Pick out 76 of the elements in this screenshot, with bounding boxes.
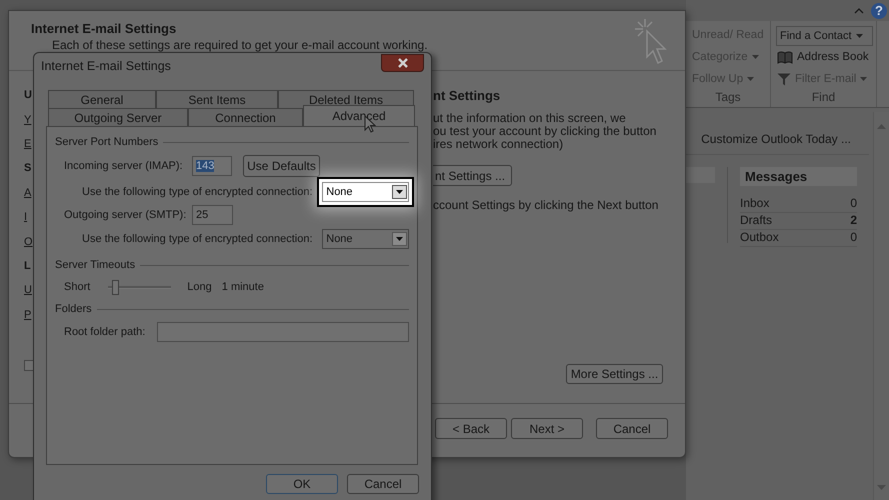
field-label: Use the following type of encrypted connection:	[82, 233, 314, 245]
scrollbar[interactable]	[873, 112, 889, 500]
window-title: Internet E-mail Settings	[41, 59, 171, 73]
link[interactable]: O	[24, 236, 33, 248]
find-contact-field[interactable]: Find a Contact	[776, 26, 873, 46]
description-text: ou test your account by clicking the button	[433, 125, 656, 138]
group-label: Server Port Numbers	[55, 136, 158, 148]
close-button[interactable]	[381, 54, 424, 72]
group-label: Folders	[55, 303, 92, 315]
dialog-subtitle: Each of these settings are required to get your e-mail account working.	[51, 38, 428, 52]
timeout-slider[interactable]	[106, 280, 174, 294]
caret-icon	[396, 190, 403, 194]
caret-icon	[752, 55, 759, 59]
port-value: 143	[196, 160, 214, 172]
scroll-down-icon[interactable]	[877, 485, 886, 490]
tab[interactable]: Outgoing Server	[48, 108, 188, 126]
encryption-dropdown[interactable]: None	[322, 229, 409, 249]
messages-header: Messages	[740, 167, 857, 186]
port-field[interactable]: 25	[192, 205, 233, 225]
scroll-up-icon[interactable]	[877, 124, 886, 129]
section-heading: U	[24, 89, 32, 102]
link[interactable]: I	[24, 211, 28, 224]
dialog-button[interactable]: Cancel	[596, 418, 668, 439]
field-label: Incoming server (IMAP):	[64, 160, 184, 172]
dialog-heading: Internet E-mail Settings	[31, 21, 178, 36]
slider-thumb[interactable]	[112, 280, 119, 294]
ribbon-button[interactable]: Address Book	[771, 46, 876, 68]
link[interactable]: U	[24, 284, 32, 296]
slider-min-label: Short	[64, 281, 90, 293]
tab[interactable]: Sent Items	[156, 90, 278, 108]
dialog-button[interactable]: Next >	[511, 418, 583, 439]
link[interactable]: E	[24, 138, 32, 150]
link[interactable]: A	[24, 186, 32, 199]
section-heading: L	[24, 260, 31, 272]
message-count: 0	[850, 230, 857, 246]
message-count: 0	[850, 196, 857, 212]
dialog-button[interactable]: Cancel	[347, 474, 419, 494]
group-label: Tags	[714, 90, 742, 106]
caret-icon	[856, 34, 863, 38]
tab[interactable]: Connection	[188, 108, 303, 126]
book-icon	[777, 50, 793, 64]
root-folder-field[interactable]	[156, 322, 409, 342]
link[interactable]: P	[24, 308, 32, 321]
link[interactable]: Y	[24, 114, 32, 126]
hint-text: ccount Settings by clicking the Next button	[433, 198, 658, 212]
message-count: 2	[850, 213, 857, 229]
group-label: Find	[810, 90, 836, 106]
collapse-ribbon-icon[interactable]	[854, 7, 864, 14]
dialog-button[interactable]: < Back	[435, 418, 507, 439]
port-field[interactable]: 143	[192, 156, 232, 176]
close-icon	[396, 58, 408, 68]
section-heading: S	[24, 162, 32, 174]
help-button[interactable]: ?	[871, 2, 887, 18]
caret-icon	[747, 77, 754, 81]
tab[interactable]: General	[48, 90, 156, 108]
caret-icon	[396, 237, 403, 241]
caret-icon	[860, 77, 868, 81]
section-heading: nt Settings	[433, 88, 500, 103]
group-label: Server Timeouts	[55, 259, 136, 271]
funnel-icon	[777, 72, 791, 86]
more-settings-button[interactable]: More Settings ...	[566, 364, 663, 384]
slider-max-label: Long	[187, 281, 212, 293]
timeout-reading: 1 minute	[222, 281, 264, 293]
use-defaults-button[interactable]: Use Defaults	[243, 155, 320, 177]
test-settings-button[interactable]: nt Settings ...	[433, 165, 512, 186]
dialog-button[interactable]: OK	[266, 474, 338, 494]
folder-name[interactable]: Outbox	[740, 230, 779, 246]
description-text: ires network connection)	[433, 138, 564, 151]
field-label: Root folder path:	[64, 326, 146, 338]
folder-name[interactable]: Inbox	[740, 196, 770, 212]
description-text: ut the information on this screen, we	[433, 112, 627, 125]
field-label: Outgoing server (SMTP):	[64, 209, 188, 221]
customize-link[interactable]: Customize Outlook Today ...	[701, 132, 851, 146]
folder-name[interactable]: Drafts	[740, 213, 772, 229]
port-value: 25	[196, 209, 208, 221]
field-label: Use the following type of encrypted connection:	[82, 186, 314, 198]
